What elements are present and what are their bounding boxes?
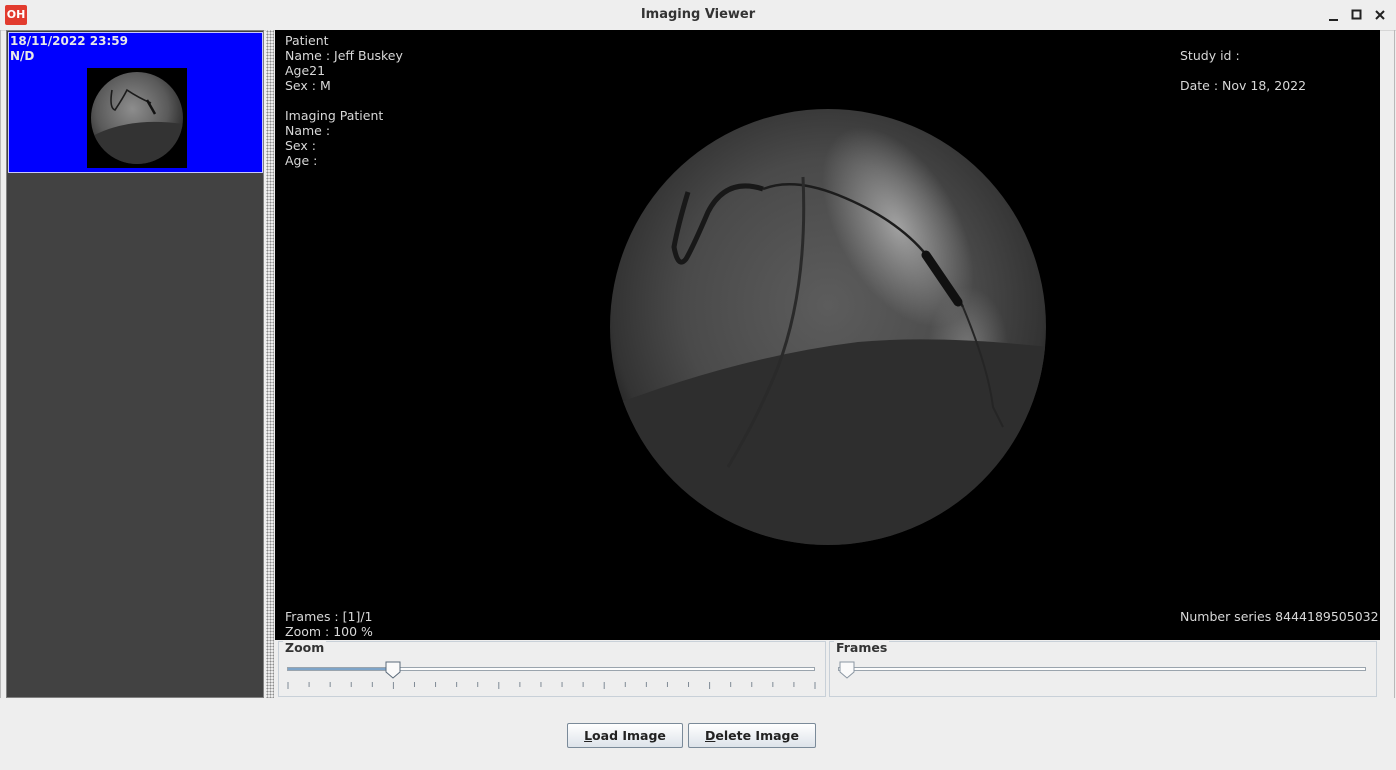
minimize-icon[interactable]: [1327, 8, 1341, 22]
image-list-sidebar[interactable]: 18/11/2022 23:59 N/D: [6, 30, 264, 698]
imaging-patient-sex: Sex :: [285, 138, 316, 153]
delete-image-mnemonic: D: [705, 728, 716, 743]
zoom-slider-fill: [288, 668, 394, 670]
frames-readout: Frames : [1]/1: [285, 609, 373, 624]
patient-age: Age21: [285, 63, 326, 78]
patient-header: Patient: [285, 33, 329, 48]
thumbnail-label: N/D: [10, 49, 35, 63]
angiography-image: [610, 109, 1046, 545]
delete-image-label: elete Image: [715, 728, 799, 743]
title-bar: OH Imaging Viewer: [0, 0, 1396, 31]
zoom-slider-handle[interactable]: [385, 661, 401, 679]
zoom-label: Zoom: [283, 640, 327, 655]
imaging-patient-header: Imaging Patient: [285, 108, 384, 123]
imaging-patient-age: Age :: [285, 153, 318, 168]
patient-sex: Sex : M: [285, 78, 331, 93]
close-icon[interactable]: [1373, 8, 1387, 22]
load-image-label: oad Image: [592, 728, 666, 743]
zoom-slider-panel: Zoom: [278, 640, 826, 697]
split-pane-divider[interactable]: [266, 30, 274, 698]
delete-image-button[interactable]: Delete Image: [688, 723, 816, 748]
study-date: Date : Nov 18, 2022: [1180, 78, 1307, 93]
frames-slider-track[interactable]: [838, 667, 1366, 671]
zoom-slider-track[interactable]: [287, 667, 815, 671]
thumbnail-date: 18/11/2022 23:59: [10, 34, 128, 48]
imaging-patient-name: Name :: [285, 123, 331, 138]
image-viewer[interactable]: Patient Name : Jeff Buskey Age21 Sex : M…: [275, 30, 1380, 640]
load-image-button[interactable]: Load Image: [567, 723, 683, 748]
frames-slider-panel: Frames: [829, 640, 1377, 697]
zoom-slider-ticks: [287, 682, 816, 689]
number-series: Number series 8444189505032: [1180, 609, 1379, 624]
maximize-icon[interactable]: [1350, 8, 1364, 22]
patient-name: Name : Jeff Buskey: [285, 48, 403, 63]
list-item-image-thumbnail[interactable]: 18/11/2022 23:59 N/D: [8, 32, 263, 173]
load-image-mnemonic: L: [584, 728, 593, 743]
frames-slider-handle[interactable]: [839, 661, 855, 679]
study-id: Study id :: [1180, 48, 1240, 63]
zoom-readout: Zoom : 100 %: [285, 624, 373, 639]
window-title: Imaging Viewer: [640, 7, 756, 22]
thumbnail-image: [87, 68, 187, 168]
frames-label: Frames: [834, 640, 890, 655]
